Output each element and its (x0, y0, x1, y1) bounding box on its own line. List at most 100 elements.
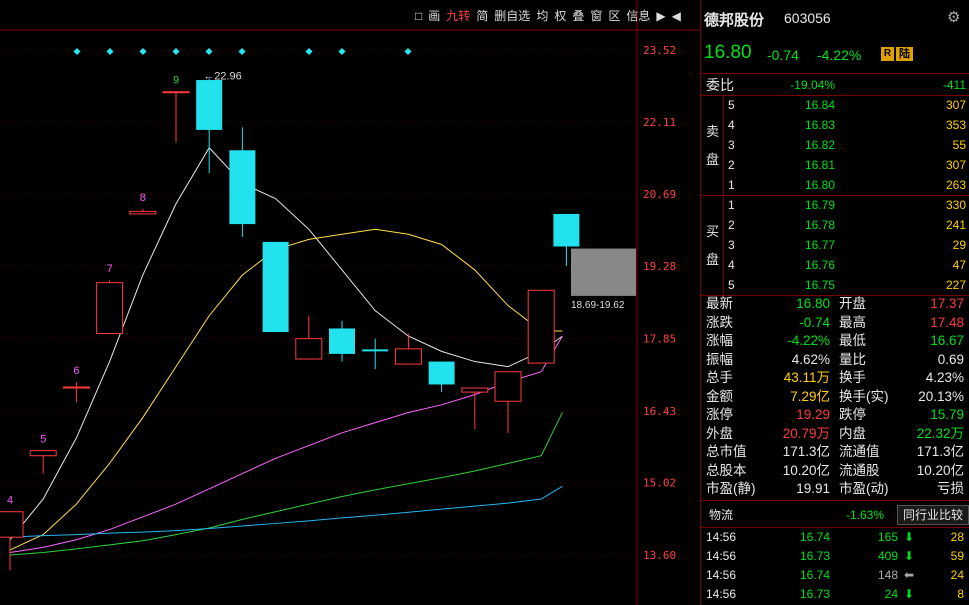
level-volume: 307 (945, 158, 966, 172)
stat-key: 总手 (706, 370, 733, 385)
level: 3 (728, 138, 735, 152)
order-book-row: 5 16.75 227 (701, 275, 969, 295)
stat-key: 金额 (706, 388, 733, 404)
level-volume: 263 (945, 178, 966, 192)
toolbar-item-8[interactable]: 窗 (587, 6, 605, 26)
stats-row: 涨幅 -4.22% 最低 16.67 (701, 331, 969, 351)
industry-row: 物流 -1.63% 同行业比较 (701, 505, 969, 525)
stat-value: 20.13% (918, 388, 964, 404)
stats-row: 涨跌 -0.74 最高 17.48 (701, 313, 969, 333)
toolbar-item-4[interactable]: 删自选 (491, 6, 533, 26)
high-price-annotation: ←22.96 (203, 71, 242, 83)
signal-diamond (73, 47, 81, 56)
industry-name[interactable]: 物流 (709, 505, 733, 525)
level-volume: 353 (945, 118, 966, 132)
nine-turn-label: 8 (140, 192, 146, 204)
y-tick-label: 17.85 (643, 333, 676, 346)
chart-toolbar: □ 画九转简删自选均权叠窗区信息 ▶ ◀ (412, 6, 684, 26)
nine-turn-label: 4 (7, 495, 13, 507)
candle-body-down (262, 241, 289, 333)
nine-turn-label: 6 (73, 365, 79, 377)
tick-volume: 165 (877, 530, 898, 544)
toolbar-item-6[interactable]: 权 (551, 6, 569, 26)
level-price: 16.80 (804, 178, 835, 192)
toolbar-item-7[interactable]: 叠 (569, 6, 587, 26)
candle-body-down (229, 150, 256, 225)
tick-price: 16.73 (799, 549, 830, 563)
stat-value: 20.79万 (782, 425, 830, 441)
candle-body-up (0, 511, 24, 538)
level: 2 (728, 218, 735, 232)
order-book-row: 1 16.80 263 (701, 175, 969, 195)
order-book-row: 5 16.84 307 (701, 95, 969, 115)
compare-industry-button[interactable]: 同行业比较 (897, 505, 969, 525)
stat-value: 17.48 (930, 314, 964, 330)
rongzi-badge: R (881, 47, 894, 61)
y-tick-label: 22.11 (643, 116, 676, 129)
stat-key: 内盘 (839, 425, 866, 441)
stock-code: 603056 (784, 10, 831, 26)
level-price: 16.82 (804, 138, 835, 152)
toolbar-item-1[interactable]: 画 (425, 6, 443, 26)
level-volume: 29 (952, 238, 966, 252)
ma-line-0 (9, 146, 563, 541)
price-range-label: 18.69-19.62 (571, 300, 625, 311)
signal-diamond (238, 47, 246, 56)
toolbar-item-3[interactable]: 简 (473, 6, 491, 26)
order-book-row: 1 16.79 330 (701, 195, 969, 215)
tick-price: 16.73 (799, 587, 830, 601)
toolbar-item-5[interactable]: 均 (533, 6, 551, 26)
tick-volume: 409 (877, 549, 898, 563)
level: 3 (728, 238, 735, 252)
level-price: 16.79 (804, 198, 835, 212)
stat-value: 0.69 (937, 351, 964, 367)
stat-value: 4.23% (925, 370, 964, 385)
arrow-down-icon: ⬇ (904, 587, 915, 601)
weibi-row: 委比 -19.04% -411 (706, 77, 966, 93)
y-tick-label: 13.60 (643, 549, 676, 562)
signal-diamond (404, 47, 412, 56)
stats-row: 总市值 171.3亿 流通值 171.3亿 (701, 442, 969, 462)
y-tick-label: 20.69 (643, 188, 676, 201)
stat-value: 19.29 (796, 407, 830, 422)
stat-value: 7.29亿 (790, 388, 830, 404)
toolbar-item-11[interactable]: ▶ (653, 6, 668, 26)
signal-diamond (305, 47, 313, 56)
stat-value: -0.74 (799, 314, 830, 330)
level-price: 16.76 (804, 258, 835, 272)
level: 4 (728, 258, 735, 272)
order-book-row: 3 16.82 55 (701, 135, 969, 155)
arrow-down-icon: ⬇ (904, 549, 915, 563)
stat-value: 171.3亿 (782, 444, 830, 459)
stat-value: 16.67 (930, 333, 964, 348)
nine-turn-label: 5 (40, 434, 46, 446)
quote-panel: 德邦股份 603056 ⚙ 16.80 -0.74 -4.22% R 陆 委比 … (700, 0, 969, 605)
nine-turn-label: 9 (173, 75, 179, 87)
toolbar-item-10[interactable]: 信息 (623, 6, 653, 26)
gear-icon[interactable]: ⚙ (947, 8, 960, 26)
toolbar-item-9[interactable]: 区 (605, 6, 623, 26)
stat-value: 171.3亿 (916, 444, 964, 459)
tick-volume: 24 (884, 587, 898, 601)
toolbar-item-2[interactable]: 九转 (443, 6, 473, 26)
ma-line-4 (9, 485, 563, 538)
tick-row: 14:56 16.74 148 ⬅ 24 (701, 565, 969, 585)
toolbar-item-0[interactable]: □ (412, 6, 425, 26)
kline-chart[interactable]: 23.52 22.11 20.69 19.28 17.85 16.43 15.02 13.60… (0, 0, 700, 605)
level-volume: 330 (945, 198, 966, 212)
stat-key: 换手(实) (839, 388, 889, 404)
stat-value: 4.62% (791, 351, 830, 367)
stat-value: 亏损 (937, 481, 964, 496)
candle-body-down (329, 328, 355, 354)
stat-key: 开盘 (839, 296, 866, 311)
stat-value: 10.20亿 (782, 462, 830, 478)
tick-row: 14:56 16.73 24 ⬇ 8 (701, 584, 969, 604)
stat-key: 最低 (839, 333, 866, 348)
stats-row: 最新 16.80 开盘 17.37 (701, 294, 969, 314)
level: 4 (728, 118, 735, 132)
stat-key: 外盘 (706, 425, 733, 441)
stats-row: 外盘 20.79万 内盘 22.32万 (701, 424, 969, 444)
price-range-box (571, 248, 636, 296)
toolbar-item-12[interactable]: ◀ (669, 6, 684, 26)
stat-value: 15.79 (930, 407, 964, 422)
